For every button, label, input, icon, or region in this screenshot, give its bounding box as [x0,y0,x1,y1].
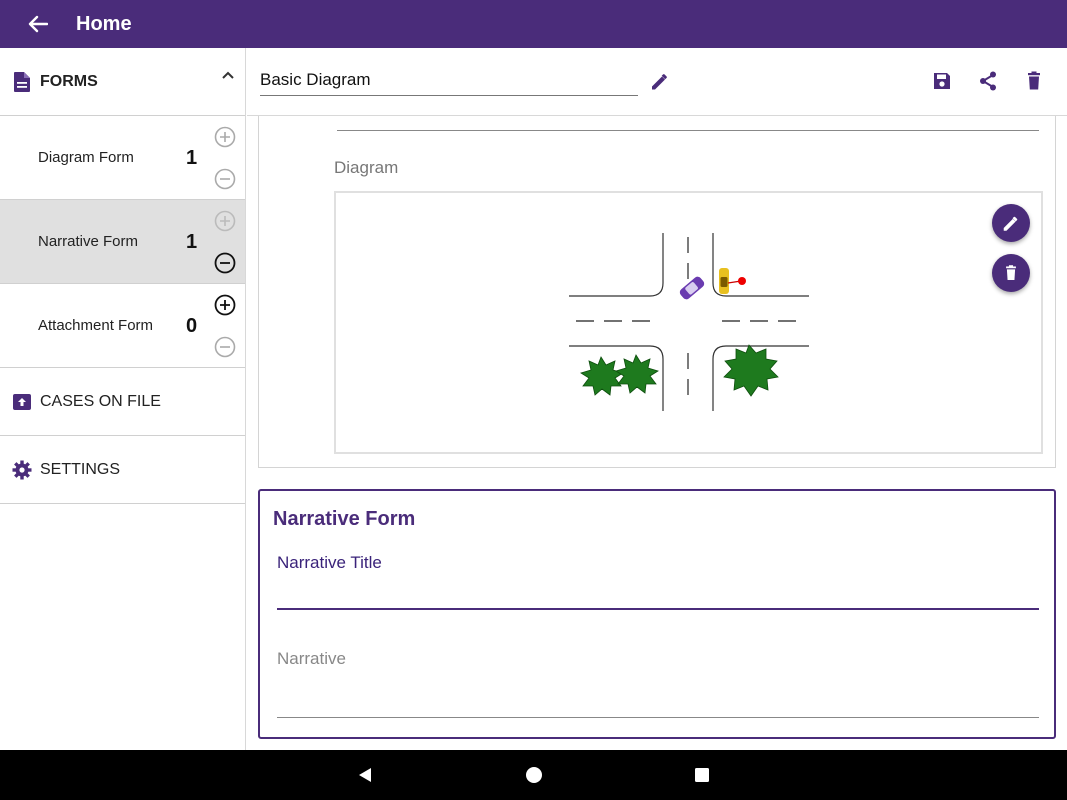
form-row-attachment[interactable]: Attachment Form 0 [0,284,245,368]
cases-label: CASES ON FILE [40,392,161,410]
cloud-upload-icon [13,393,31,410]
forms-label: FORMS [40,72,98,90]
arrow-back-icon [28,15,48,33]
form-count: 1 [186,147,198,169]
narrative-form-card: Narrative Form Narrative Title Narrative [258,489,1056,739]
trash-icon [1006,265,1016,280]
remove-circle-icon[interactable] [214,252,236,274]
triangle-back-icon [359,768,371,782]
main-panel: Basic Diagram Diagram Narrative Form Nar… [247,48,1067,750]
form-row-diagram[interactable]: Diagram Form 1 [0,116,245,200]
edit-pencil-icon [1003,216,1018,231]
gear-icon [12,460,32,479]
trash-icon[interactable] [1023,70,1045,92]
tree-icon [615,354,659,394]
sidebar: FORMS Diagram Form 1 Narrative Form 1 At… [0,48,246,750]
delete-diagram-button[interactable] [992,254,1030,292]
forms-section-header[interactable]: FORMS [0,48,245,116]
app-title: Home [76,12,132,35]
diagram-label: Diagram [334,158,399,177]
share-icon[interactable] [977,70,999,92]
add-circle-icon[interactable] [214,126,236,148]
narrative-label: Narrative [277,649,346,668]
narrative-form-heading: Narrative Form [273,508,416,530]
settings-item[interactable]: SETTINGS [0,436,245,504]
nav-recents-button[interactable] [689,762,715,788]
form-name: Diagram Form [38,149,134,166]
remove-circle-icon[interactable] [214,336,236,358]
tree-icon [723,344,779,397]
point-marker-icon [727,277,746,285]
intersection-diagram [569,233,809,411]
form-name: Narrative Form [38,233,139,250]
save-icon[interactable] [931,70,953,92]
yellow-vehicle-icon [719,268,729,294]
form-count: 0 [186,315,198,337]
edit-pencil-icon[interactable] [649,70,671,92]
diagram-form-card: Diagram [258,116,1056,468]
settings-label: SETTINGS [40,460,121,478]
square-recents-icon [695,768,709,782]
document-toolbar: Basic Diagram [247,48,1067,116]
circle-home-icon [526,767,542,783]
field-underline [337,130,1039,131]
document-icon [14,71,30,92]
form-row-narrative[interactable]: Narrative Form 1 [0,200,245,284]
narrative-title-label: Narrative Title [277,553,382,572]
chevron-up-icon[interactable] [221,70,235,80]
form-name: Attachment Form [38,317,154,334]
add-circle-icon[interactable] [214,294,236,316]
document-name-field[interactable]: Basic Diagram [260,70,638,96]
remove-circle-icon[interactable] [214,168,236,190]
edit-diagram-button[interactable] [992,204,1030,242]
add-circle-icon[interactable] [214,210,236,232]
form-count: 1 [186,231,198,253]
nav-home-button[interactable] [521,762,547,788]
tree-icon [580,356,624,396]
back-button[interactable] [0,0,76,48]
app-bar: Home [0,0,1067,48]
system-nav-bar [0,750,1067,800]
diagram-canvas[interactable] [334,191,1043,454]
cases-on-file-item[interactable]: CASES ON FILE [0,368,245,436]
nav-back-button[interactable] [352,762,378,788]
purple-car-icon [679,276,705,300]
narrative-field[interactable] [277,717,1039,718]
narrative-title-field[interactable] [277,608,1039,610]
